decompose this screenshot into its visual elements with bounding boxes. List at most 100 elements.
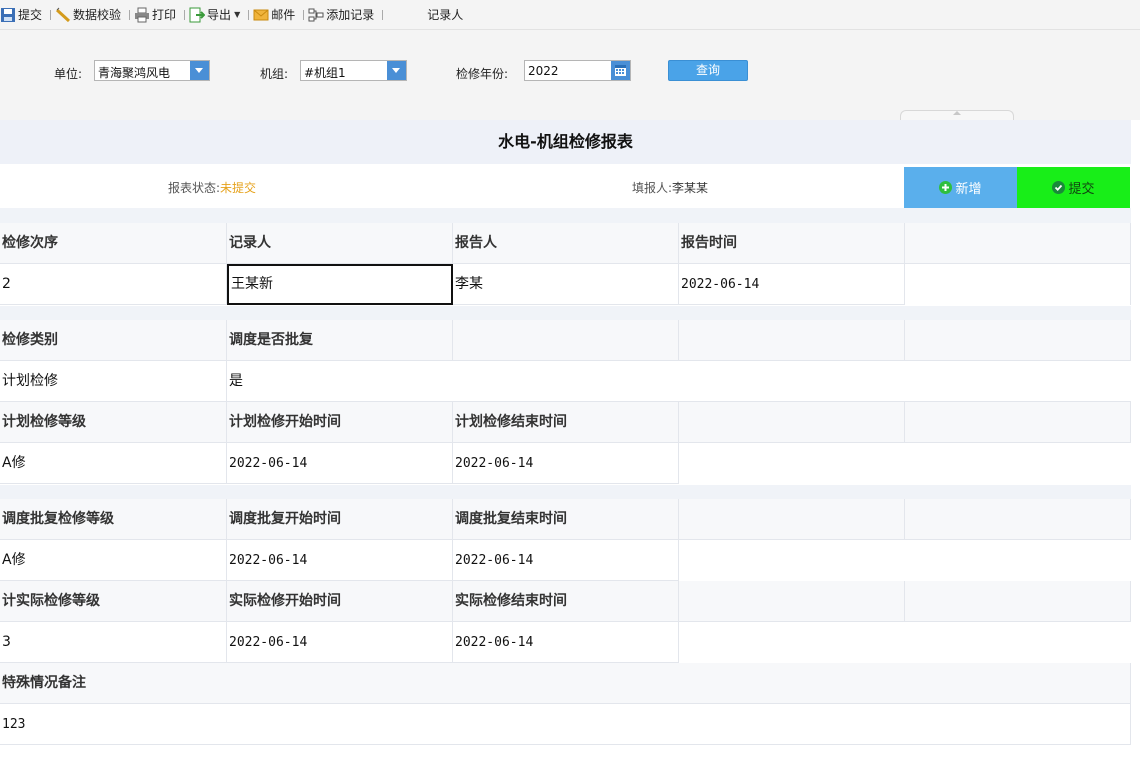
header-cell: 记录人 xyxy=(227,223,453,264)
header-cell: 检修类别 xyxy=(0,320,227,361)
header-cell-empty xyxy=(905,581,1131,622)
header-cell: 调度是否批复 xyxy=(227,320,453,361)
toolbar-add-record[interactable]: 添加记录 xyxy=(308,0,380,30)
chevron-down-icon[interactable] xyxy=(190,61,209,80)
header-cell-empty xyxy=(453,320,679,361)
printer-icon xyxy=(135,7,150,22)
table-header-row: 调度批复检修等级 调度批复开始时间 调度批复结束时间 xyxy=(0,499,1131,540)
repair-type-cell[interactable]: 计划检修 xyxy=(0,361,227,402)
table-row: 2 王某新 李某 2022-06-14 xyxy=(0,264,1131,305)
year-input-value: 2022 xyxy=(528,64,559,78)
toolbar-validate[interactable]: 数据校验 xyxy=(55,0,127,30)
table-header-row: 特殊情况备注 xyxy=(0,663,1131,704)
toolbar-export[interactable]: 导出 ▼ xyxy=(189,0,246,30)
report-title: 水电-机组检修报表 xyxy=(0,120,1131,164)
toolbar-recorder-label: 记录人 xyxy=(427,8,464,22)
toolbar-print[interactable]: 打印 xyxy=(134,0,182,30)
toolbar-mail[interactable]: 邮件 xyxy=(253,0,301,30)
recorder-cell[interactable]: 王某新 xyxy=(227,264,453,305)
table-header-row: 计实际检修等级 实际检修开始时间 实际检修结束时间 xyxy=(0,581,1131,622)
toolbar-divider xyxy=(303,9,305,20)
add-record-icon xyxy=(308,8,324,21)
actual-level-cell[interactable]: 3 xyxy=(0,622,227,663)
header-cell-empty xyxy=(905,499,1131,540)
header-cell: 报告时间 xyxy=(679,223,905,264)
group-label: 机组: xyxy=(260,67,289,81)
header-cell: 调度批复检修等级 xyxy=(0,499,227,540)
header-cell-empty xyxy=(905,320,1131,361)
toolbar-divider xyxy=(382,9,384,20)
toolbar-divider xyxy=(248,9,250,20)
plan-end-cell[interactable]: 2022-06-14 xyxy=(453,443,679,484)
header-cell: 实际检修结束时间 xyxy=(453,581,679,622)
chevron-down-icon[interactable] xyxy=(387,61,406,80)
dispatch-approved-cell[interactable]: 是 xyxy=(227,361,1131,402)
header-cell: 计划检修等级 xyxy=(0,402,227,443)
plan-start-cell[interactable]: 2022-06-14 xyxy=(227,443,453,484)
header-cell-empty xyxy=(905,223,1131,264)
export-icon xyxy=(189,7,206,22)
filter-bar: 单位: 青海聚鸿风电 机组: #机组1 检修年份: 2022 查询 xyxy=(0,30,1140,120)
unit-select[interactable]: 青海聚鸿风电 xyxy=(94,60,210,81)
caret-down-icon: ▼ xyxy=(234,10,241,19)
collapse-toggle[interactable] xyxy=(900,110,1014,120)
toolbar-divider xyxy=(184,9,186,20)
toolbar-validate-label: 数据校验 xyxy=(73,8,122,22)
header-cell: 计划检修开始时间 xyxy=(227,402,453,443)
reporter-label-text: 填报人: xyxy=(632,181,673,195)
toolbar-export-label: 导出 xyxy=(207,8,232,22)
section-divider xyxy=(0,208,1131,223)
unit-label: 单位: xyxy=(54,67,83,81)
table-header-row: 检修类别 调度是否批复 xyxy=(0,320,1131,361)
report-time-cell[interactable]: 2022-06-14 xyxy=(679,264,905,305)
mail-icon xyxy=(253,9,269,20)
header-cell: 计划检修结束时间 xyxy=(453,402,679,443)
header-cell: 特殊情况备注 xyxy=(0,663,1131,704)
table-header-row: 计划检修等级 计划检修开始时间 计划检修结束时间 xyxy=(0,402,1131,443)
remark-cell[interactable]: 123 xyxy=(0,704,1131,745)
header-cell-empty xyxy=(679,320,905,361)
table-row: 计划检修 是 xyxy=(0,361,1131,402)
plan-level-cell[interactable]: A修 xyxy=(0,443,227,484)
toolbar: 提交 数据校验 打印 导出 ▼ 邮件 添加记录 记录人 xyxy=(0,0,1140,30)
header-cell: 计实际检修等级 xyxy=(0,581,227,622)
dispatch-start-cell[interactable]: 2022-06-14 xyxy=(227,540,453,581)
header-cell-empty xyxy=(679,581,905,622)
toolbar-print-label: 打印 xyxy=(152,8,177,22)
add-button-label: 新增 xyxy=(955,182,982,197)
table-row: 3 2022-06-14 2022-06-14 xyxy=(0,622,1131,663)
header-cell: 报告人 xyxy=(453,223,679,264)
calendar-icon[interactable] xyxy=(611,61,630,80)
header-cell: 检修次序 xyxy=(0,223,227,264)
header-cell: 实际检修开始时间 xyxy=(227,581,453,622)
table-row: A修 2022-06-14 2022-06-14 xyxy=(0,540,1131,581)
group-select[interactable]: #机组1 xyxy=(300,60,407,81)
reporter-cell[interactable]: 李某 xyxy=(453,264,679,305)
section-divider xyxy=(0,485,1131,499)
save-icon xyxy=(1,7,15,22)
actual-start-cell[interactable]: 2022-06-14 xyxy=(227,622,453,663)
actual-end-cell[interactable]: 2022-06-14 xyxy=(453,622,679,663)
repair-order-cell[interactable]: 2 xyxy=(0,264,227,305)
empty-cell xyxy=(905,264,1131,305)
table-row: A修 2022-06-14 2022-06-14 xyxy=(0,443,1131,484)
query-button[interactable]: 查询 xyxy=(668,60,748,81)
status-row: 报表状态:未提交 填报人:李某某 新增 提交 xyxy=(0,164,1131,208)
status-label-text: 报表状态: xyxy=(168,181,221,195)
toolbar-divider xyxy=(50,9,52,20)
header-cell: 调度批复开始时间 xyxy=(227,499,453,540)
year-input[interactable]: 2022 xyxy=(524,60,631,81)
add-button[interactable]: 新增 xyxy=(904,167,1017,208)
header-cell: 调度批复结束时间 xyxy=(453,499,679,540)
dispatch-level-cell[interactable]: A修 xyxy=(0,540,227,581)
toolbar-add-record-label: 添加记录 xyxy=(326,8,375,22)
submit-button[interactable]: 提交 xyxy=(1017,167,1130,208)
status-label: 报表状态:未提交 xyxy=(168,179,256,196)
check-icon xyxy=(1052,181,1066,194)
toolbar-submit-label: 提交 xyxy=(18,8,43,22)
table-row: 123 xyxy=(0,704,1131,745)
group-select-value: #机组1 xyxy=(304,66,346,80)
toolbar-submit[interactable]: 提交 xyxy=(0,0,48,30)
year-label: 检修年份: xyxy=(456,67,509,81)
dispatch-end-cell[interactable]: 2022-06-14 xyxy=(453,540,679,581)
